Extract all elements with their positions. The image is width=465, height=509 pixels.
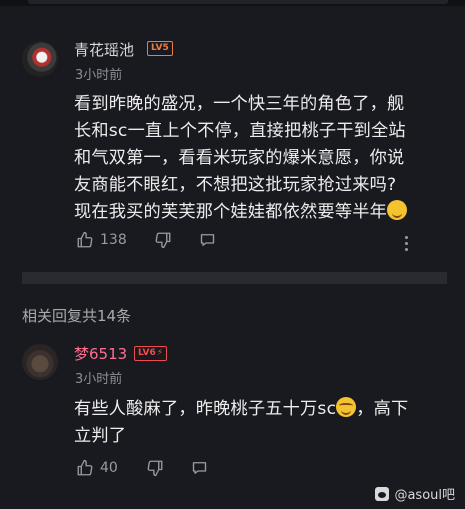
more-vertical-icon[interactable] <box>405 236 409 254</box>
avatar[interactable] <box>22 41 58 77</box>
reply-button[interactable] <box>190 459 209 477</box>
top-bar <box>0 0 465 6</box>
replies-header: 相关回复共14条 <box>22 307 132 325</box>
dislike-button[interactable] <box>146 459 164 477</box>
content-line: 看到昨晚的盛况，一个快三年的角色了，舰 <box>74 94 405 114</box>
username[interactable]: 梦6513 <box>74 343 127 364</box>
lightning-icon: ⚡ <box>156 348 164 358</box>
watermark-text: @asoul吧 <box>394 488 455 503</box>
like-button[interactable]: 138 <box>76 231 127 249</box>
tieba-paw-icon <box>375 486 390 501</box>
reply-bubble-icon <box>192 462 207 474</box>
timestamp: 3小时前 <box>75 68 123 83</box>
comment-actions: 138 <box>76 231 436 255</box>
like-count: 138 <box>100 232 127 248</box>
reply-button[interactable] <box>198 231 217 249</box>
thumbs-down-icon <box>147 460 163 477</box>
like-button[interactable]: 40 <box>76 459 118 477</box>
laughing-tears-emoji-icon <box>336 397 357 417</box>
comment-content: 看到昨晚的盛况，一个快三年的角色了，舰 长和sc一直上个不停，直接把桃子干到全站… <box>74 91 444 226</box>
content-line: 长和sc一直上个不停，直接把桃子干到全站 <box>74 121 406 141</box>
content-line: ，高下 <box>356 399 409 419</box>
dislike-button[interactable] <box>154 231 172 249</box>
like-count: 40 <box>100 460 118 476</box>
level-badge: LV5 <box>147 41 173 56</box>
watermark: @asoul吧 <box>375 484 455 503</box>
avatar[interactable] <box>22 344 58 380</box>
level-badge: LV6⚡ <box>134 346 168 361</box>
content-line: 有些人酸麻了，昨晚桃子五十万sc <box>74 399 337 419</box>
content-line: 立判了 <box>74 426 127 446</box>
content-line: 友商能不眼红，不想把这批玩家抢过来吗? <box>74 175 397 195</box>
thumbs-up-icon <box>77 459 93 476</box>
content-line: 现在我买的芙芙那个娃娃都依然要等半年 <box>74 202 387 222</box>
username[interactable]: 青花瑶池 <box>74 39 134 60</box>
thumbs-down-icon <box>155 232 171 249</box>
reply-bubble-icon <box>200 234 215 246</box>
comment-content: 有些人酸麻了，昨晚桃子五十万sc ，高下 立判了 <box>74 396 444 450</box>
comment-actions: 40 <box>76 459 436 483</box>
thumbs-up-icon <box>77 231 93 248</box>
weary-emoji-icon <box>386 200 407 220</box>
section-divider <box>22 272 447 284</box>
content-line: 和气双第一，看看米玩家的爆米意愿，你说 <box>74 148 405 168</box>
timestamp: 3小时前 <box>75 372 123 387</box>
